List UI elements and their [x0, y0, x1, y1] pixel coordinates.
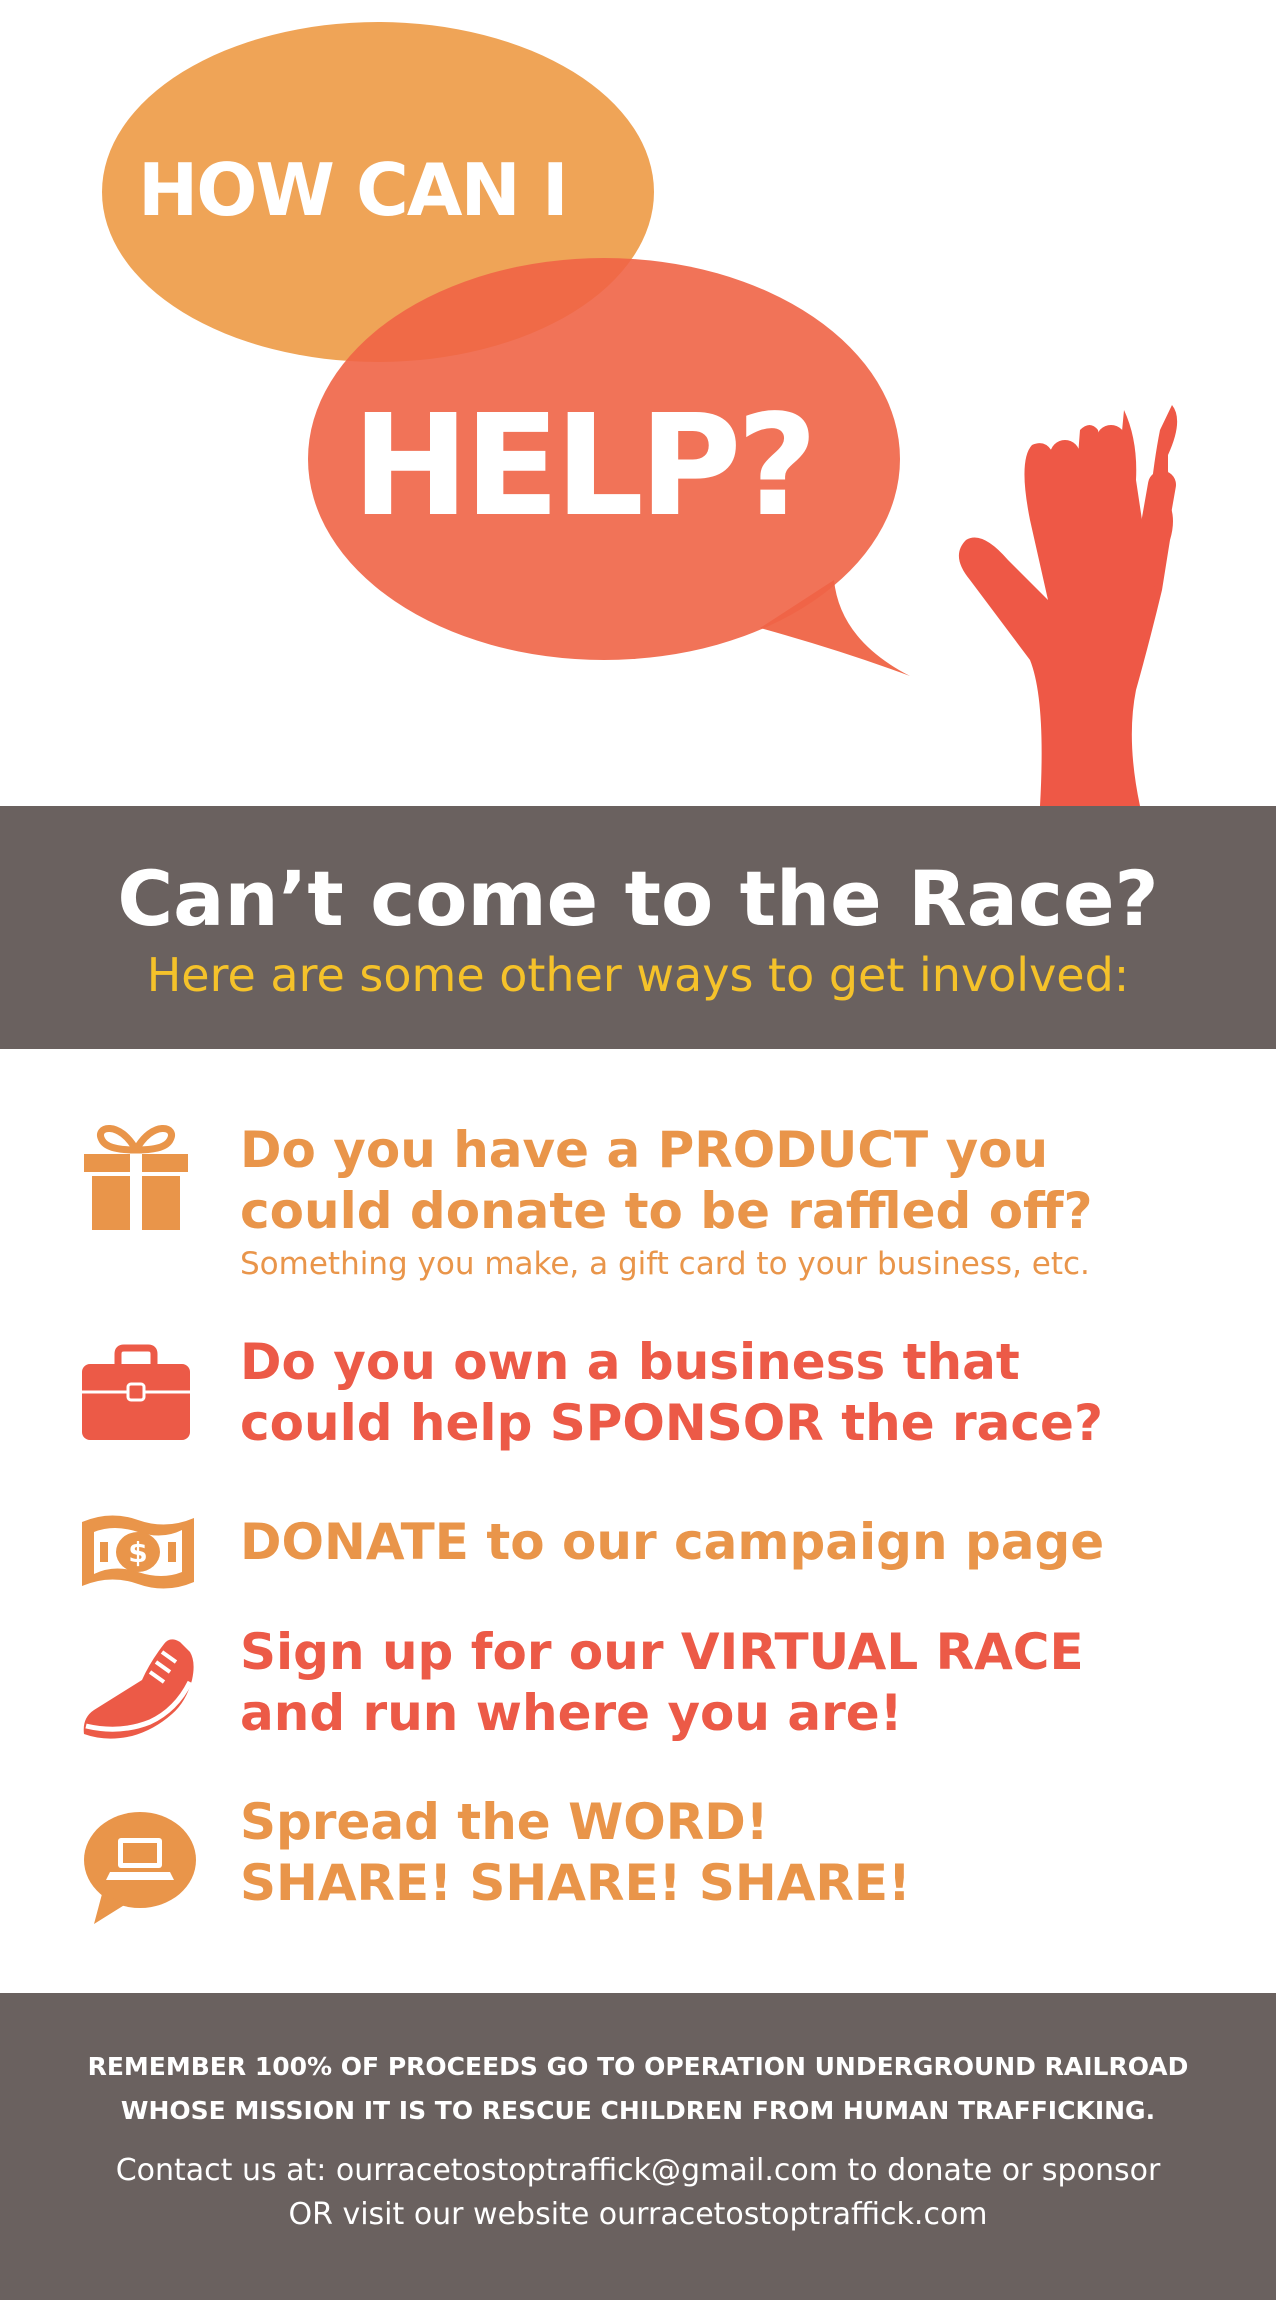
way-text-virtual-race: Sign up for our VIRTUAL RACE and run whe…: [240, 1622, 1250, 1744]
way-share-line1: Spread the WORD!: [240, 1793, 769, 1851]
footer-contact-line: Contact us at: ourracetostoptraffick@gma…: [115, 2153, 1161, 2188]
hero-line-help: HELP?: [352, 385, 818, 548]
way-text-product: Do you have a PRODUCT you could donate t…: [240, 1120, 1250, 1284]
svg-text:$: $: [128, 1536, 147, 1569]
footer-proceeds-line1: REMEMBER 100% OF PROCEEDS GO TO OPERATIO…: [87, 2052, 1189, 2081]
hero-line-how-can-i: HOW CAN I: [138, 148, 569, 232]
way-text-share: Spread the WORD! SHARE! SHARE! SHARE!: [240, 1792, 1250, 1914]
way-virtual-race-line1: Sign up for our VIRTUAL RACE: [240, 1623, 1084, 1681]
briefcase-icon: [82, 1344, 190, 1440]
gift-icon: [84, 1125, 188, 1230]
footer-website-line: OR visit our website ourracetostoptraffi…: [288, 2197, 988, 2232]
way-virtual-race-line2: and run where you are!: [240, 1684, 903, 1742]
way-product-line1: Do you have a PRODUCT you: [240, 1121, 1049, 1179]
way-product-note: Something you make, a gift card to your …: [240, 1246, 1090, 1282]
footer-proceeds-line2: WHOSE MISSION IT IS TO RESCUE CHILDREN F…: [120, 2096, 1156, 2125]
headline-band: Can’t come to the Race? Here are some ot…: [0, 806, 1276, 1049]
running-shoe-icon: [83, 1639, 194, 1739]
money-icon: $: [82, 1515, 194, 1589]
raised-hand-icon: [958, 405, 1178, 806]
way-share-line2: SHARE! SHARE! SHARE!: [240, 1854, 911, 1912]
way-text-donate: DONATE to our campaign page: [240, 1512, 1250, 1573]
laptop-chat-icon: [84, 1812, 196, 1924]
band-title: Can’t come to the Race?: [117, 854, 1159, 943]
way-sponsor-line1: Do you own a business that: [240, 1333, 1020, 1391]
way-product-line2: could donate to be raffled off?: [240, 1182, 1093, 1240]
hero-section: HOW CAN I HELP?: [0, 0, 1276, 806]
way-donate-line1: DONATE to our campaign page: [240, 1513, 1105, 1571]
band-subtitle: Here are some other ways to get involved…: [146, 948, 1130, 1002]
way-text-sponsor: Do you own a business that could help SP…: [240, 1332, 1250, 1454]
way-sponsor-line2: could help SPONSOR the race?: [240, 1394, 1103, 1452]
footer-band: REMEMBER 100% OF PROCEEDS GO TO OPERATIO…: [0, 1993, 1276, 2300]
